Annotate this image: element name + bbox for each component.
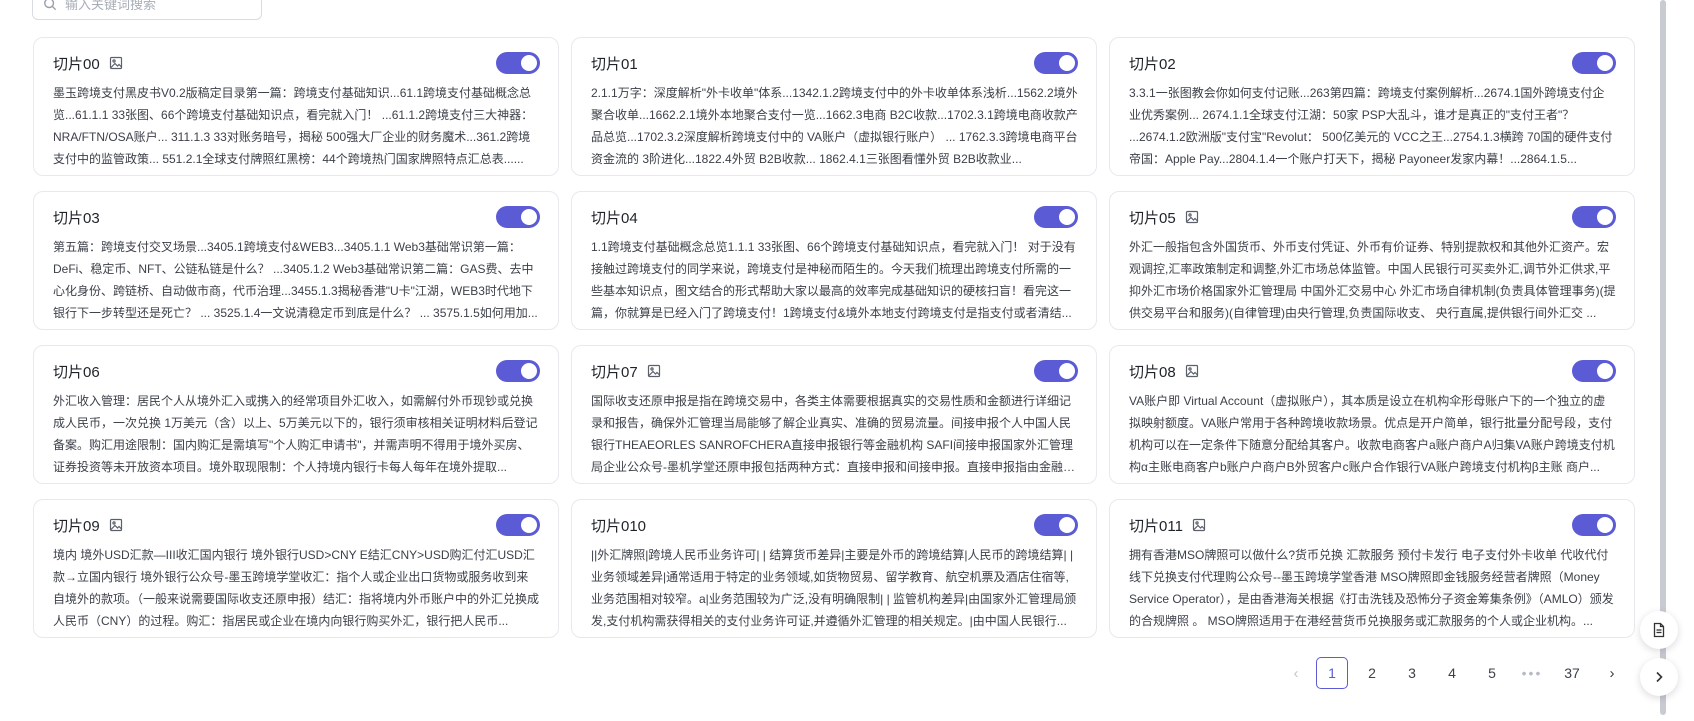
scrollbar[interactable] [1660,0,1666,715]
last-page-button[interactable]: 37 [1556,657,1588,689]
chunk-content: 3.3.1一张图教会你如何支付记账...263第四篇：跨境支付案例解析...26… [1129,86,1613,166]
chunk-content: 拥有香港MSO牌照可以做什么?货币兑换 汇款服务 预付卡发行 电子支付外卡收单 … [1129,548,1614,628]
chunk-enable-toggle[interactable] [496,360,540,382]
expand-button[interactable] [1640,658,1678,696]
image-icon [1185,364,1198,378]
image-icon [109,518,122,532]
chunk-title: 切片00 [53,55,100,73]
chunk-enable-toggle[interactable] [1572,52,1616,74]
chunk-content: 墨玉跨境支付黑皮书V0.2版稿定目录第一篇：跨境支付基础知识...61.1跨境支… [53,86,534,166]
chunk-card[interactable]: 切片02 3.3.1一张图教会你如何支付记账...263第四篇：跨境支付案例解析.… [1109,37,1635,176]
chunk-card[interactable]: 切片011 拥有香港MSO牌照可以做什么?货币兑换 汇款服务 预付卡发行 电子支付… [1109,499,1635,638]
chunk-card-header: 切片010 [591,512,1078,538]
toggle-knob [521,209,537,225]
chunk-card-grid: 切片00 墨玉跨境支付黑皮书V0.2版稿定目录第一篇：跨境支付基础知识...61.… [33,37,1635,638]
chunk-card[interactable]: 切片05 外汇一般指包含外国货币、外币支付凭证、外币有价证券、特别提款权和其他外汇… [1109,191,1635,330]
image-icon [1185,210,1198,224]
document-icon [1653,622,1665,638]
chunk-card-header: 切片01 [591,50,1078,76]
chunk-content: 外汇一般指包含外国货币、外币支付凭证、外币有价证券、特别提款权和其他外汇资产。宏… [1129,240,1616,320]
chunk-title: 切片011 [1129,517,1183,535]
toggle-knob [1597,363,1613,379]
page-number-button[interactable]: 5 [1476,657,1508,689]
chunk-content: ||外汇牌照|跨境人民币业务许可| | 结算货币差异|主要是外币的跨境结算|人民… [591,548,1077,628]
chunk-enable-toggle[interactable] [496,514,540,536]
toggle-knob [1597,517,1613,533]
toggle-knob [521,517,537,533]
chunk-enable-toggle[interactable] [1034,52,1078,74]
image-icon [109,56,122,70]
chunk-card[interactable]: 切片08 VA账户即 Virtual Account（虚拟账户），其本质是设立在机… [1109,345,1635,484]
chunk-content: 境内 境外USD汇款—III收汇国内银行 境外银行USD>CNY E结汇CNY>… [53,548,540,628]
chunk-title: 切片03 [53,209,100,227]
chunk-content: 1.1跨境支付基础概念总览1.1.1 33张图、66个跨境支付基础知识点，看完就… [591,240,1076,320]
chunk-content: 第五篇：跨境支付交叉场景...3405.1跨境支付&WEB3...3405.1.… [53,240,538,320]
chunk-card[interactable]: 切片07 国际收支还原申报是指在跨境交易中，各类主体需要根据真实的交易性质和金额进… [571,345,1097,484]
prev-page-button[interactable]: ‹ [1280,657,1312,689]
chunk-card-header: 切片06 [53,358,540,384]
chunk-title: 切片05 [1129,209,1176,227]
chunk-card-header: 切片08 [1129,358,1616,384]
chunk-content: 国际收支还原申报是指在跨境交易中，各类主体需要根据真实的交易性质和金额进行详细记… [591,394,1074,474]
chunk-title: 切片01 [591,55,638,73]
chunk-card-header: 切片03 [53,204,540,230]
chunk-enable-toggle[interactable] [1034,514,1078,536]
search-icon [44,0,57,11]
next-page-button[interactable]: › [1596,657,1628,689]
toggle-knob [521,363,537,379]
chunk-content: 外汇收入管理：居民个人从境外汇入或携入的经常项目外汇收入，如需解付外币现钞或兑换… [53,394,538,474]
chunk-title: 切片09 [53,517,100,535]
chunk-enable-toggle[interactable] [496,206,540,228]
document-button[interactable] [1640,611,1678,649]
chunk-title: 切片06 [53,363,100,381]
chunk-enable-toggle[interactable] [496,52,540,74]
chunk-enable-toggle[interactable] [1034,360,1078,382]
chunk-card-header: 切片07 [591,358,1078,384]
page-number-button[interactable]: 4 [1436,657,1468,689]
chunk-card[interactable]: 切片04 1.1跨境支付基础概念总览1.1.1 33张图、66个跨境支付基础知识点… [571,191,1097,330]
toggle-knob [1059,209,1075,225]
chunk-title: 切片07 [591,363,638,381]
search-box[interactable] [32,0,262,20]
chunk-enable-toggle[interactable] [1572,206,1616,228]
search-input[interactable] [65,0,255,12]
chunk-title: 切片08 [1129,363,1176,381]
app-root: 切片00 墨玉跨境支付黑皮书V0.2版稿定目录第一篇：跨境支付基础知识...61.… [0,0,1694,721]
toggle-knob [1059,517,1075,533]
pagination: ‹ 1 2 3 4 5 ••• 37 › [1280,657,1628,689]
chunk-title: 切片010 [591,517,647,535]
chunk-card-header: 切片02 [1129,50,1616,76]
chunk-card[interactable]: 切片03 第五篇：跨境支付交叉场景...3405.1跨境支付&WEB3...340… [33,191,559,330]
chunk-enable-toggle[interactable] [1572,514,1616,536]
chunk-card[interactable]: 切片09 境内 境外USD汇款—III收汇国内银行 境外银行USD>CNY E结汇… [33,499,559,638]
chunk-card[interactable]: 切片010 ||外汇牌照|跨境人民币业务许可| | 结算货币差异|主要是外币的跨境… [571,499,1097,638]
toggle-knob [1059,363,1075,379]
chunk-card-header: 切片09 [53,512,540,538]
page-number-button[interactable]: 2 [1356,657,1388,689]
chunk-card-header: 切片00 [53,50,540,76]
chevron-right-icon [1656,671,1663,683]
chunk-card[interactable]: 切片00 墨玉跨境支付黑皮书V0.2版稿定目录第一篇：跨境支付基础知识...61.… [33,37,559,176]
image-icon [1192,518,1206,532]
chunk-title: 切片04 [591,209,638,227]
chunk-card[interactable]: 切片06 外汇收入管理：居民个人从境外汇入或携入的经常项目外汇收入，如需解付外币现… [33,345,559,484]
toggle-knob [1059,55,1075,71]
chunk-enable-toggle[interactable] [1572,360,1616,382]
chunk-card-header: 切片04 [591,204,1078,230]
page-number-button[interactable]: 1 [1316,657,1348,689]
image-icon [647,364,660,378]
chunk-content: VA账户即 Virtual Account（虚拟账户），其本质是设立在机构伞形母… [1129,394,1615,474]
page-number-button[interactable]: 3 [1396,657,1428,689]
chunk-enable-toggle[interactable] [1034,206,1078,228]
chunk-card-header: 切片011 [1129,512,1616,538]
toggle-knob [521,55,537,71]
toggle-knob [1597,209,1613,225]
toggle-knob [1597,55,1613,71]
chunk-title: 切片02 [1129,55,1176,73]
chunk-card-header: 切片05 [1129,204,1616,230]
page-ellipsis[interactable]: ••• [1516,665,1548,681]
chunk-content: 2.1.1万字：深度解析"外卡收单"体系...1342.1.2跨境支付中的外卡收… [591,86,1078,166]
chunk-card[interactable]: 切片01 2.1.1万字：深度解析"外卡收单"体系...1342.1.2跨境支付中… [571,37,1097,176]
